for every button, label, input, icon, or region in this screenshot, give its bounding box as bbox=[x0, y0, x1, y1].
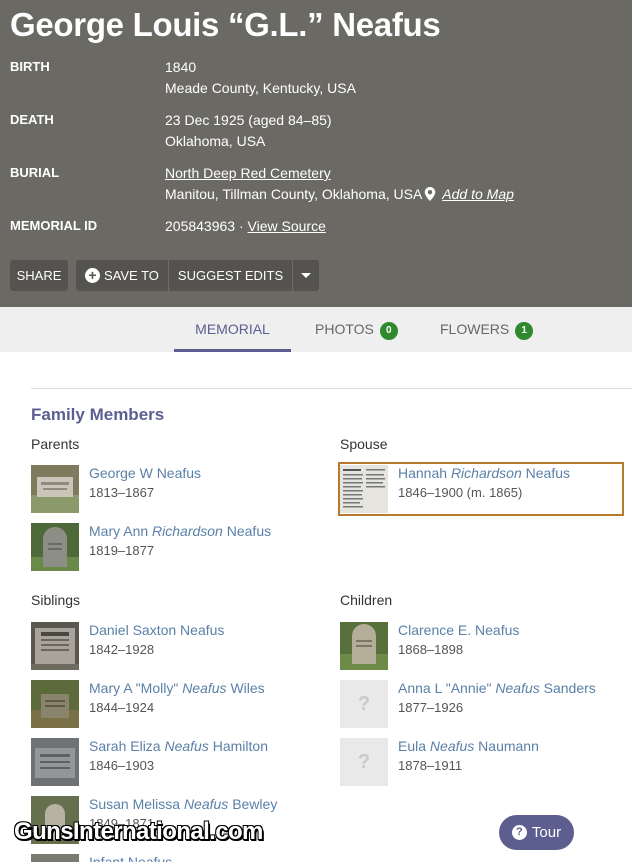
tour-button[interactable]: ? Tour bbox=[499, 815, 574, 850]
family-member-name: Mary A "Molly" Neafus Wiles bbox=[89, 680, 265, 696]
family-member-dates: 1813–1867 bbox=[89, 485, 155, 500]
spouse-title: Spouse bbox=[340, 436, 388, 452]
flowers-count-badge: 1 bbox=[515, 322, 534, 340]
grave-photo bbox=[340, 622, 388, 670]
more-actions-button[interactable] bbox=[292, 260, 319, 291]
burial-place-row: Manitou, Tillman County, Oklahoma, USA Ad… bbox=[165, 186, 514, 202]
grave-photo bbox=[31, 738, 79, 786]
family-member-name: Daniel Saxton Neafus bbox=[89, 622, 225, 638]
memorial-header: George Louis “G.L.” Neafus BIRTH 1840 Me… bbox=[0, 0, 632, 307]
map-pin-icon bbox=[425, 187, 436, 201]
memorial-id-row: 205843963 · View Source bbox=[165, 218, 326, 234]
tab-flowers[interactable]: FLOWERS 1 bbox=[440, 307, 534, 352]
family-member[interactable]: Daniel Saxton Neafus 1842–1928 bbox=[31, 622, 321, 670]
help-circle-icon: ? bbox=[511, 825, 527, 840]
burial-place: Manitou, Tillman County, Oklahoma, USA bbox=[165, 186, 423, 202]
birth-date: 1840 bbox=[165, 59, 197, 75]
tab-memorial[interactable]: MEMORIAL bbox=[174, 307, 291, 352]
death-label: DEATH bbox=[10, 112, 54, 127]
grave-photo bbox=[31, 465, 79, 513]
family-member-dates: 1868–1898 bbox=[398, 642, 464, 657]
parents-title: Parents bbox=[31, 436, 80, 452]
photo-placeholder-icon: ? bbox=[340, 680, 388, 728]
family-member-name: Eula Neafus Naumann bbox=[398, 738, 539, 754]
family-member-dates: 1819–1877 bbox=[89, 543, 155, 558]
photos-count-badge: 0 bbox=[379, 322, 398, 340]
grave-photo bbox=[31, 680, 79, 728]
family-member-name: Clarence E. Neafus bbox=[398, 622, 520, 638]
share-group: SHARE bbox=[10, 260, 68, 291]
tour-label: Tour bbox=[531, 824, 562, 841]
view-source-link[interactable]: View Source bbox=[248, 218, 326, 234]
save-to-button[interactable]: + SAVE TO bbox=[76, 260, 168, 291]
family-member-name: Sarah Eliza Neafus Hamilton bbox=[89, 738, 268, 754]
burial-label: BURIAL bbox=[10, 165, 60, 180]
death-date: 23 Dec 1925 (aged 84–85) bbox=[165, 112, 332, 128]
family-members-title: Family Members bbox=[31, 405, 165, 424]
birth-label: BIRTH bbox=[10, 59, 50, 74]
family-member-dates: 1846–1903 bbox=[89, 758, 155, 773]
family-member-dates: 1842–1928 bbox=[89, 642, 155, 657]
page-title: George Louis “G.L.” Neafus bbox=[10, 6, 441, 43]
family-member[interactable]: George W Neafus 1813–1867 bbox=[31, 465, 321, 513]
family-member-name: George W Neafus bbox=[89, 465, 202, 481]
plus-circle-icon: + bbox=[85, 268, 100, 283]
burial-cemetery-link[interactable]: North Deep Red Cemetery bbox=[165, 165, 331, 181]
family-member-name: Hannah Richardson Neafus bbox=[398, 465, 571, 481]
watermark: GunsInternational.com bbox=[14, 818, 263, 845]
suggest-edits-button[interactable]: SUGGEST EDITS bbox=[167, 260, 292, 291]
grave-photo bbox=[31, 622, 79, 670]
siblings-title: Siblings bbox=[31, 592, 81, 608]
family-member[interactable]: Clarence E. Neafus 1868–1898 bbox=[340, 622, 620, 670]
memorial-tabs: MEMORIAL PHOTOS 0 FLOWERS 1 bbox=[0, 307, 632, 352]
grave-photo bbox=[31, 854, 79, 862]
family-member[interactable]: Mary A "Molly" Neafus Wiles 1844–1924 bbox=[31, 680, 321, 728]
death-place: Oklahoma, USA bbox=[165, 133, 266, 149]
family-member[interactable]: Sarah Eliza Neafus Hamilton 1846–1903 bbox=[31, 738, 321, 786]
family-member-name: Anna L "Annie" Neafus Sanders bbox=[398, 680, 596, 696]
memorial-id-value: 205843963 · bbox=[165, 218, 244, 234]
action-group: + SAVE TO SUGGEST EDITS bbox=[76, 260, 320, 291]
family-member-dates: 1878–1911 bbox=[398, 758, 463, 773]
tab-photos-label: PHOTOS bbox=[315, 321, 374, 337]
family-member-name: Infant Neafus bbox=[89, 854, 173, 862]
family-member[interactable]: Hannah Richardson Neafus 1846–1900 (m. 1… bbox=[340, 465, 620, 513]
family-member-dates: 1846–1900 (m. 1865) bbox=[398, 485, 523, 500]
family-member[interactable]: Mary Ann Richardson Neafus 1819–1877 bbox=[31, 523, 321, 571]
caret-down-icon bbox=[301, 273, 312, 278]
memorial-id-label: MEMORIAL ID bbox=[10, 218, 98, 233]
tab-flowers-label: FLOWERS bbox=[440, 321, 510, 337]
family-member[interactable]: ? Eula Neafus Naumann 1878–1911 bbox=[340, 738, 620, 786]
children-title: Children bbox=[340, 592, 393, 608]
share-button[interactable]: SHARE bbox=[10, 260, 68, 291]
birth-place: Meade County, Kentucky, USA bbox=[165, 80, 356, 96]
family-member-name: Susan Melissa Neafus Bewley bbox=[89, 796, 278, 812]
grave-photo bbox=[31, 523, 79, 571]
family-member-dates: 1844–1924 bbox=[89, 700, 155, 715]
family-member-name: Mary Ann Richardson Neafus bbox=[89, 523, 272, 539]
tab-photos[interactable]: PHOTOS 0 bbox=[315, 307, 398, 352]
save-to-label: SAVE TO bbox=[104, 268, 159, 283]
family-member-dates: 1877–1926 bbox=[398, 700, 464, 715]
section-divider bbox=[31, 388, 632, 389]
photo-placeholder-icon: ? bbox=[340, 738, 388, 786]
add-to-map-link[interactable]: Add to Map bbox=[442, 186, 514, 202]
obituary-photo bbox=[340, 465, 388, 513]
burial-cemetery-row: North Deep Red Cemetery bbox=[165, 165, 331, 181]
family-member[interactable]: Infant Neafus bbox=[31, 854, 321, 862]
family-member[interactable]: ? Anna L "Annie" Neafus Sanders 1877–192… bbox=[340, 680, 620, 728]
